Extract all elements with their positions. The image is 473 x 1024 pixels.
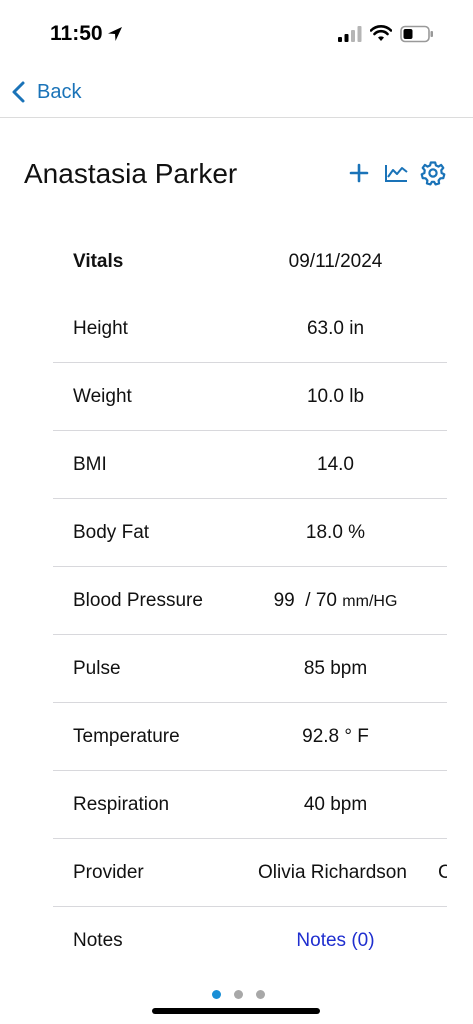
- chart-button[interactable]: [382, 158, 410, 188]
- vital-value: 14.0: [317, 454, 354, 475]
- settings-button[interactable]: [419, 158, 447, 188]
- vitals-row-body-fat: Body Fat 18.0 %: [53, 499, 447, 567]
- vital-label: Respiration: [73, 794, 170, 815]
- chevron-left-icon: [12, 81, 25, 103]
- vital-value: 85 bpm: [303, 658, 368, 679]
- vitals-row-blood-pressure: Blood Pressure 99 / 70 mm/HG: [53, 567, 447, 635]
- vital-label: Provider: [73, 862, 144, 883]
- gear-icon: [420, 161, 446, 186]
- vital-label: BMI: [73, 454, 107, 475]
- back-button[interactable]: Back: [10, 78, 81, 106]
- add-button[interactable]: [345, 158, 373, 188]
- vitals-row-height: Height 63.0 in: [53, 295, 447, 363]
- provider-name: Olivia Richardson: [258, 862, 407, 883]
- status-bar: 11:50: [0, 0, 473, 66]
- location-arrow-icon: [108, 27, 122, 41]
- bp-reading: 99 / 70: [273, 590, 337, 611]
- vitals-row-temperature: Temperature 92.8 ° F: [53, 703, 447, 771]
- back-label: Back: [37, 80, 82, 103]
- vitals-table: Vitals 09/11/2024 Height 63.0 in Weight …: [53, 228, 447, 974]
- vitals-header-row: Vitals 09/11/2024: [53, 228, 447, 295]
- vital-value: 10.0 lb: [306, 386, 365, 407]
- page-dot[interactable]: [255, 990, 265, 999]
- vital-value: 92.8 ° F: [302, 726, 369, 747]
- patient-name: Anastasia Parker: [24, 158, 238, 189]
- vital-value: 18.0 %: [305, 522, 366, 543]
- home-indicator: [152, 1008, 320, 1014]
- add-icon: [349, 163, 369, 183]
- vitals-heading: Vitals: [73, 251, 124, 272]
- vitals-row-respiration: Respiration 40 bpm: [53, 771, 447, 839]
- vitals-row-weight: Weight 10.0 lb: [53, 363, 447, 431]
- cellular-signal-icon: [338, 26, 362, 42]
- vital-value: 63.0 in: [306, 318, 365, 339]
- vital-value: Notes (0): [253, 907, 418, 974]
- vital-value: 99 / 70 mm/HG: [253, 567, 418, 635]
- page-dot-active[interactable]: [211, 990, 221, 999]
- vital-value: 40 bpm: [303, 794, 368, 815]
- vitals-row-pulse: Pulse 85 bpm: [53, 635, 447, 703]
- vitals-row-bmi: BMI 14.0: [53, 431, 447, 499]
- vitals-date: 09/11/2024: [288, 251, 383, 272]
- battery-icon: [400, 25, 433, 43]
- vital-label: Pulse: [73, 658, 121, 679]
- bp-unit: mm/HG: [342, 593, 398, 610]
- page-indicator[interactable]: [0, 990, 473, 1000]
- wifi-icon: [370, 25, 392, 41]
- status-time: 11:50: [50, 22, 103, 45]
- chart-line-icon: [385, 165, 408, 182]
- vitals-row-notes: Notes Notes (0): [53, 907, 447, 974]
- vital-label: Temperature: [73, 726, 180, 747]
- vital-label: Notes: [73, 930, 123, 951]
- vital-label: Blood Pressure: [73, 590, 203, 611]
- navigation-bar: Back: [0, 66, 473, 118]
- vital-label: Weight: [73, 386, 132, 407]
- provider-overflow-text: C: [438, 862, 447, 883]
- notes-link[interactable]: Notes (0): [296, 930, 374, 951]
- page-dot[interactable]: [233, 990, 243, 999]
- vital-label: Body Fat: [73, 522, 150, 543]
- vital-label: Height: [73, 318, 128, 339]
- vitals-row-provider: Provider Olivia Richardson C: [53, 839, 447, 907]
